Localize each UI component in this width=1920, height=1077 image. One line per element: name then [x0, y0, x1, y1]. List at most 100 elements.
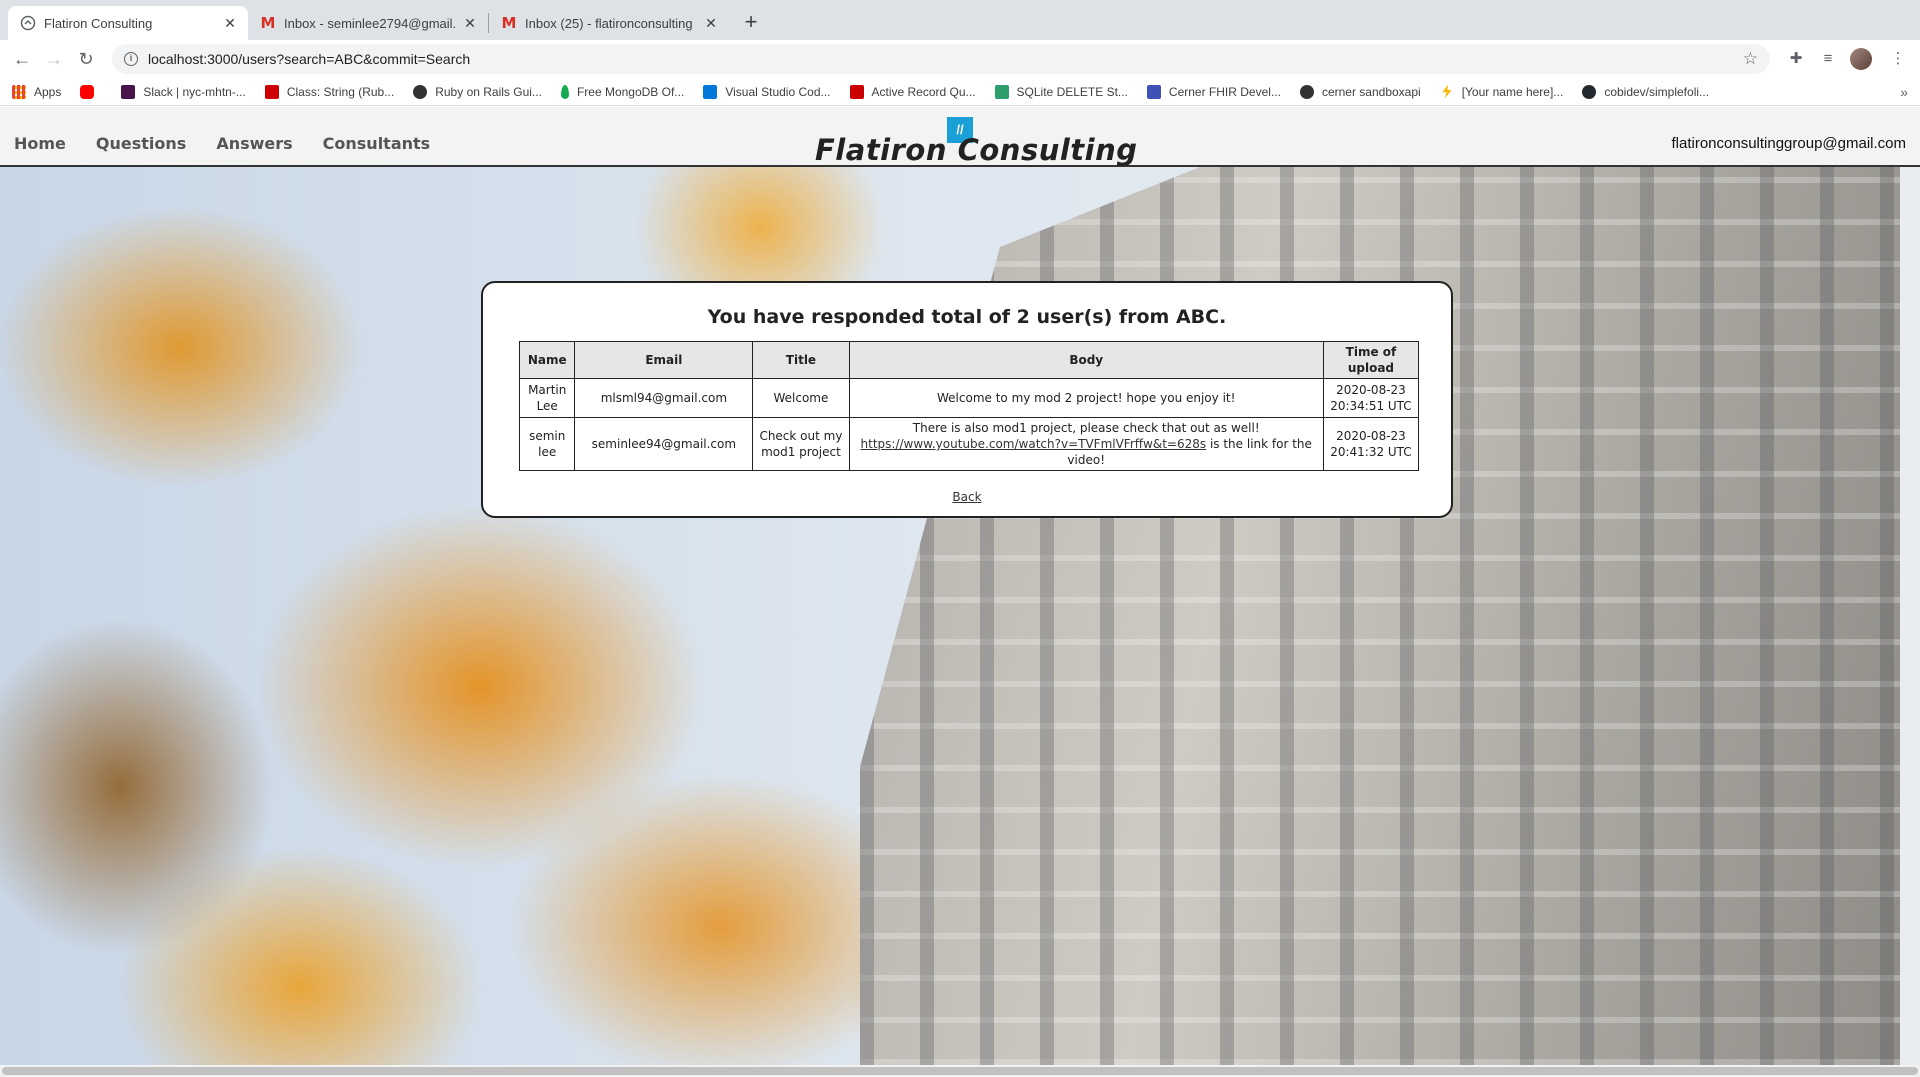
close-icon[interactable]: ✕ [222, 15, 238, 31]
back-link-wrapper: Back [483, 490, 1451, 504]
rails-icon [849, 84, 864, 99]
bookmark-cerner-sandbox[interactable]: cerner sandboxapi [1299, 84, 1421, 99]
bookmark-youtube[interactable] [80, 84, 102, 99]
lightning-icon [1442, 84, 1452, 99]
bookmark-label: Active Record Qu... [871, 84, 976, 99]
column-header-time: Time of upload [1322, 341, 1420, 379]
cell-time: 2020-08-23 20:41:32 UTC [1322, 417, 1420, 471]
globe-icon [1299, 84, 1314, 99]
bookmark-slack[interactable]: Slack | nyc-mhtn-... [121, 84, 246, 99]
mongodb-leaf-icon [560, 84, 569, 99]
cell-title: Check out my mod1 project [752, 417, 850, 471]
cell-body: Welcome to my mod 2 project! hope you en… [848, 378, 1324, 418]
column-header-body: Body [848, 341, 1324, 379]
apps-grid-icon [12, 84, 26, 99]
bookmark-cerner-fhir[interactable]: Cerner FHIR Devel... [1146, 84, 1281, 99]
bookmark-mongodb[interactable]: Free MongoDB Of... [560, 84, 685, 99]
bookmark-label: [Your name here]... [1461, 84, 1564, 99]
account-email: flatironconsultinggroup@gmail.com [1671, 135, 1906, 152]
bookmark-sqlite[interactable]: SQLite DELETE St... [994, 84, 1128, 99]
table-row: semin lee seminlee94@gmail.com Check out… [518, 417, 1420, 471]
ruby-icon [264, 84, 279, 99]
more-menu-icon[interactable]: ⋮ [1884, 45, 1912, 73]
cell-time: 2020-08-23 20:34:51 UTC [1322, 378, 1420, 418]
bookmark-apps[interactable]: Apps [12, 84, 62, 99]
nav-link-home[interactable]: Home [14, 134, 66, 153]
github-icon [1582, 84, 1597, 99]
column-header-email: Email [574, 341, 754, 379]
horizontal-scrollbar[interactable] [0, 1065, 1920, 1077]
cell-name: Martin Lee [518, 378, 576, 418]
bookmark-label: SQLite DELETE St... [1016, 84, 1128, 99]
url-text[interactable]: localhost:3000/users?search=ABC&commit=S… [148, 51, 1743, 67]
globe-icon [20, 15, 36, 31]
page-viewport: Home Questions Answers Consultants // Fl… [0, 107, 1920, 1065]
address-bar[interactable]: i localhost:3000/users?search=ABC&commit… [112, 44, 1770, 74]
tab-title: Flatiron Consulting [44, 15, 153, 31]
table-header-row: Name Email Title Body Time of upload [518, 341, 1420, 379]
bookmark-label: Free MongoDB Of... [576, 84, 685, 99]
table-row: Martin Lee mlsml94@gmail.com Welcome Wel… [518, 378, 1420, 418]
browser-toolbar: ← → ↻ i localhost:3000/users?search=ABC&… [0, 40, 1920, 78]
bookmark-active-record[interactable]: Active Record Qu... [849, 84, 976, 99]
results-heading: You have responded total of 2 user(s) fr… [707, 306, 1227, 328]
extensions-puzzle-icon[interactable]: ✚ [1782, 45, 1810, 73]
bookmark-label: Apps [34, 84, 62, 99]
scrollbar-thumb[interactable] [2, 1067, 1918, 1075]
sqlite-icon [994, 84, 1009, 99]
tab-gmail-inbox-2[interactable]: M Inbox (25) - flatironconsulting ✕ [489, 6, 729, 40]
cell-email: seminlee94@gmail.com [574, 417, 754, 471]
profile-avatar[interactable] [1850, 48, 1872, 70]
cell-email: mlsml94@gmail.com [574, 378, 754, 418]
back-arrow-icon[interactable]: ← [8, 45, 36, 73]
back-link[interactable]: Back [952, 490, 981, 504]
bookmarks-overflow-chevron-icon[interactable]: » [1900, 84, 1908, 100]
tab-title: Inbox (25) - flatironconsulting [525, 15, 693, 31]
tab-flatiron-consulting[interactable]: Flatiron Consulting ✕ [8, 6, 248, 40]
nav-link-questions[interactable]: Questions [96, 134, 186, 153]
bookmark-ruby-string[interactable]: Class: String (Rub... [264, 84, 395, 99]
youtube-link[interactable]: https://www.youtube.com/watch?v=TVFmlVFr… [861, 437, 1207, 451]
brand-title[interactable]: Flatiron Consulting [815, 133, 1138, 167]
cell-name: semin lee [518, 417, 576, 471]
reload-icon[interactable]: ↻ [72, 45, 100, 73]
bookmarks-bar: Apps Slack | nyc-mhtn-... Class: String … [0, 78, 1920, 106]
tab-gmail-inbox-1[interactable]: M Inbox - seminlee2794@gmail.c ✕ [248, 6, 488, 40]
info-icon[interactable]: i [124, 52, 138, 66]
close-icon[interactable]: ✕ [703, 15, 719, 31]
media-queue-icon[interactable]: ≡ [1814, 45, 1842, 73]
nav-link-consultants[interactable]: Consultants [323, 134, 431, 153]
bookmark-rails-guides[interactable]: Ruby on Rails Gui... [413, 84, 542, 99]
bookmark-your-name[interactable]: [Your name here]... [1440, 84, 1564, 99]
cell-title: Welcome [752, 378, 850, 418]
youtube-icon [80, 84, 95, 99]
tab-strip: Flatiron Consulting ✕ M Inbox - seminlee… [0, 0, 1920, 40]
bookmark-github-simplefolio[interactable]: cobidev/simplefoli... [1582, 84, 1710, 99]
tab-title: Inbox - seminlee2794@gmail.c [284, 15, 456, 31]
body-text: There is also mod1 project, please check… [912, 421, 1260, 435]
site-navbar: Home Questions Answers Consultants // Fl… [0, 107, 1920, 167]
bookmark-vscode[interactable]: Visual Studio Cod... [703, 84, 831, 99]
results-card: You have responded total of 2 user(s) fr… [481, 281, 1453, 518]
cerner-icon [1146, 84, 1161, 99]
cell-body: There is also mod1 project, please check… [848, 417, 1324, 471]
gmail-icon: M [501, 14, 517, 32]
vscode-icon [703, 84, 718, 99]
nav-link-answers[interactable]: Answers [216, 134, 292, 153]
gmail-icon: M [260, 14, 276, 32]
close-icon[interactable]: ✕ [462, 15, 478, 31]
slack-icon [121, 84, 136, 99]
bookmark-label: Ruby on Rails Gui... [435, 84, 542, 99]
column-header-name: Name [518, 341, 576, 379]
bookmark-label: Slack | nyc-mhtn-... [143, 84, 246, 99]
bookmark-label: cerner sandboxapi [1321, 84, 1421, 99]
new-tab-button[interactable]: + [737, 9, 765, 37]
column-header-title: Title [752, 341, 850, 379]
bookmark-star-icon[interactable]: ☆ [1743, 49, 1758, 69]
bookmark-label: cobidev/simplefoli... [1604, 84, 1710, 99]
bookmark-label: Class: String (Rub... [286, 84, 395, 99]
site-nav-links: Home Questions Answers Consultants [14, 134, 460, 153]
bookmark-label: Visual Studio Cod... [725, 84, 831, 99]
bookmark-label: Cerner FHIR Devel... [1168, 84, 1281, 99]
forward-arrow-icon[interactable]: → [40, 45, 68, 73]
